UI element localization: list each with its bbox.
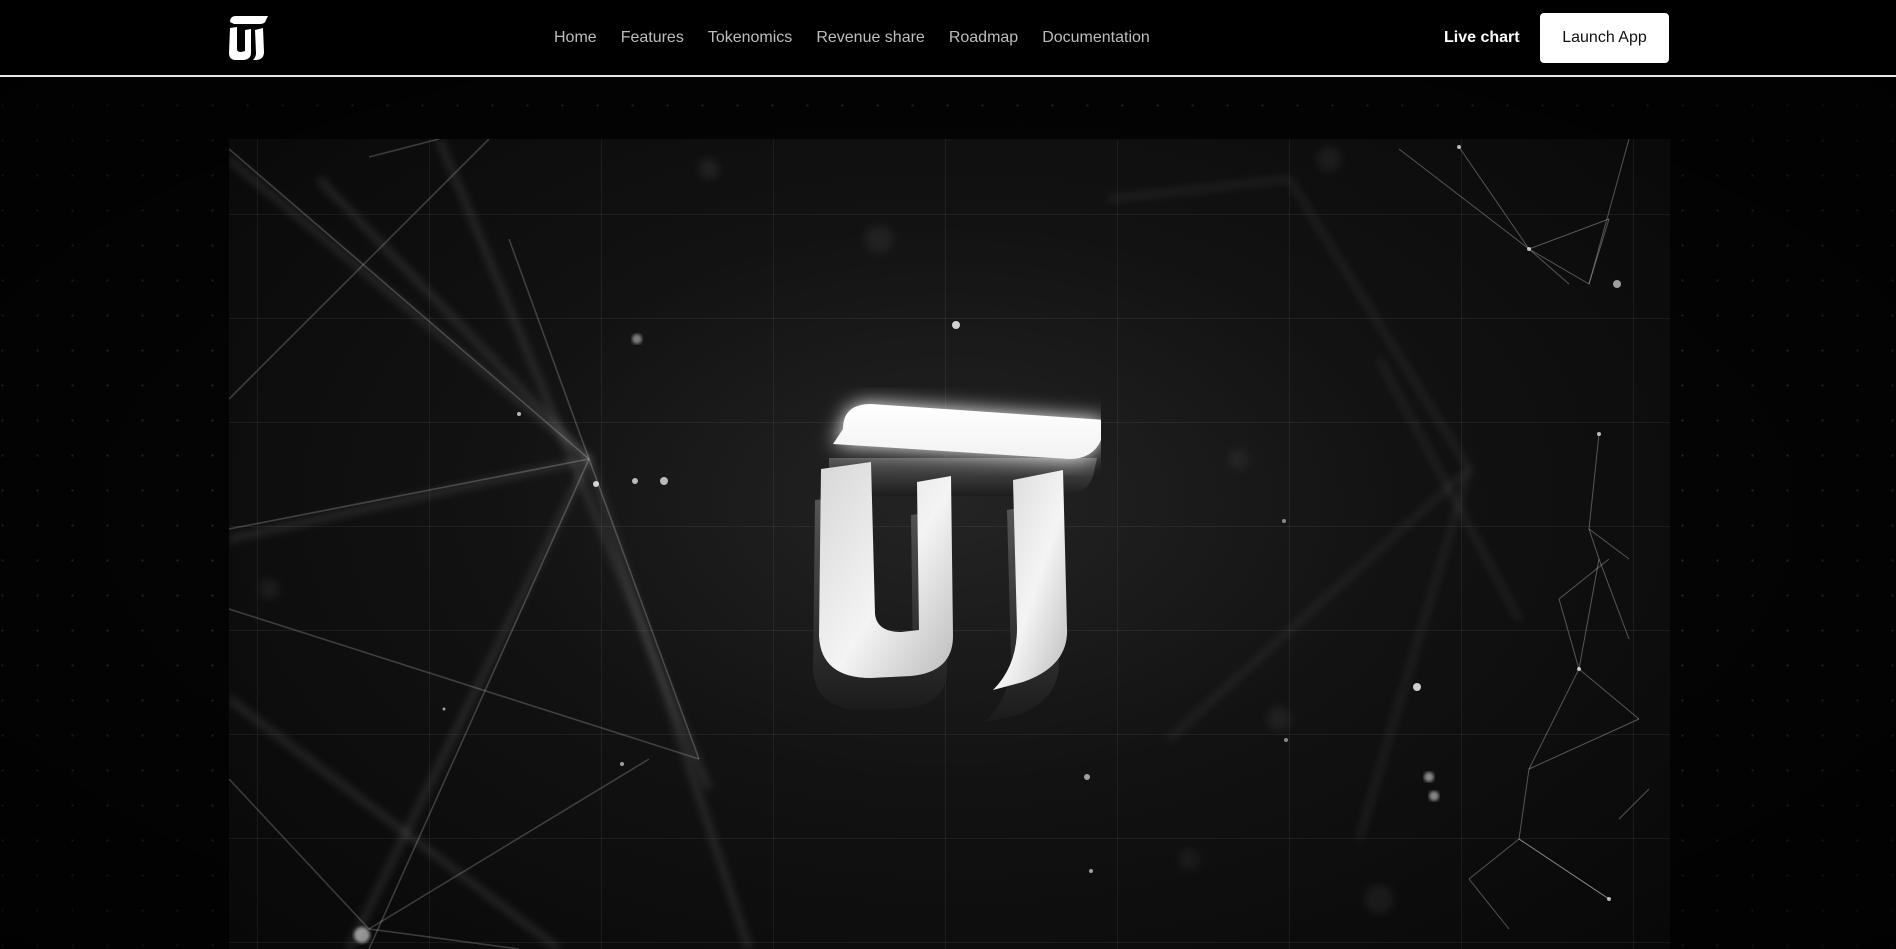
nav-documentation-link[interactable]: Documentation [1042, 29, 1150, 47]
hero-banner [229, 139, 1670, 949]
main-nav: Home Features Tokenomics Revenue share R… [554, 0, 1150, 75]
nav-roadmap-link[interactable]: Roadmap [949, 29, 1018, 47]
nav-tokenomics-link[interactable]: Tokenomics [708, 29, 792, 47]
nav-revenue-share-link[interactable]: Revenue share [816, 29, 925, 47]
nav-home-link[interactable]: Home [554, 29, 597, 47]
nav-features-link[interactable]: Features [621, 29, 684, 47]
live-chart-link[interactable]: Live chart [1444, 0, 1520, 75]
tj-3d-logo-icon [801, 384, 1106, 724]
launch-app-button[interactable]: Launch App [1540, 13, 1669, 63]
tj-logo-icon[interactable] [228, 16, 268, 60]
page: Home Features Tokenomics Revenue share R… [0, 0, 1896, 949]
top-navbar: Home Features Tokenomics Revenue share R… [0, 0, 1896, 77]
